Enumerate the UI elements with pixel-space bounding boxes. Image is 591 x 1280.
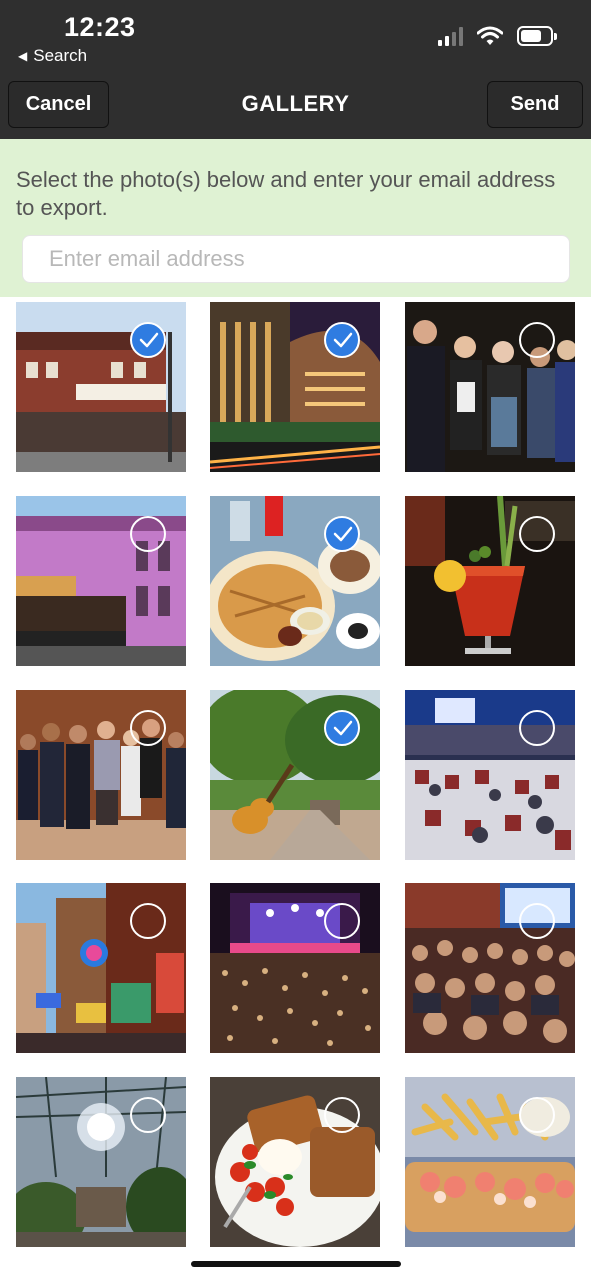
photo-grid [0, 297, 591, 1257]
unselected-circle-icon[interactable] [519, 710, 555, 746]
photo-conference-room[interactable] [405, 690, 575, 860]
photo-museum-building[interactable] [16, 302, 186, 472]
status-icons [438, 26, 557, 46]
unselected-circle-icon[interactable] [519, 903, 555, 939]
photo-guitar-sculpture-park[interactable] [210, 690, 380, 860]
send-button[interactable]: Send [487, 81, 583, 128]
selected-checkmark-icon[interactable] [324, 516, 360, 552]
wifi-icon [477, 26, 503, 45]
photo-lobster-roll-fries[interactable] [405, 1077, 575, 1247]
photo-modern-building-night[interactable] [210, 302, 380, 472]
photo-group-portrait[interactable] [16, 690, 186, 860]
selected-checkmark-icon[interactable] [324, 710, 360, 746]
selected-checkmark-icon[interactable] [130, 322, 166, 358]
unselected-circle-icon[interactable] [324, 1097, 360, 1133]
photo-people-party[interactable] [405, 302, 575, 472]
unselected-circle-icon[interactable] [519, 516, 555, 552]
photo-concert-dance-floor[interactable] [210, 883, 380, 1053]
battery-icon [517, 26, 557, 46]
unselected-circle-icon[interactable] [130, 710, 166, 746]
unselected-circle-icon[interactable] [519, 322, 555, 358]
photo-pink-building-street[interactable] [16, 496, 186, 666]
cellular-signal-icon [438, 26, 463, 46]
photo-plates-of-food[interactable] [210, 496, 380, 666]
back-to-search-link[interactable]: ◀ Search [18, 46, 87, 66]
unselected-circle-icon[interactable] [324, 903, 360, 939]
instructions-text: Select the photo(s) below and enter your… [16, 167, 556, 220]
top-bar: 12:23 ◀ Search Cancel GALLERY Send [0, 0, 591, 139]
email-input[interactable] [22, 235, 570, 283]
back-triangle-icon: ◀ [18, 49, 28, 63]
home-indicator[interactable] [191, 1261, 401, 1267]
unselected-circle-icon[interactable] [130, 903, 166, 939]
unselected-circle-icon[interactable] [130, 1097, 166, 1133]
photo-seated-audience[interactable] [405, 883, 575, 1053]
unselected-circle-icon[interactable] [130, 516, 166, 552]
photo-glass-atrium-chandelier[interactable] [16, 1077, 186, 1247]
photo-toast-and-tomatoes[interactable] [210, 1077, 380, 1247]
export-panel: Select the photo(s) below and enter your… [0, 139, 591, 297]
photo-bloody-mary-drink[interactable] [405, 496, 575, 666]
unselected-circle-icon[interactable] [519, 1097, 555, 1133]
back-to-search-label: Search [33, 46, 88, 65]
status-time: 12:23 [64, 12, 136, 42]
photo-neon-street[interactable] [16, 883, 186, 1053]
selected-checkmark-icon[interactable] [324, 322, 360, 358]
